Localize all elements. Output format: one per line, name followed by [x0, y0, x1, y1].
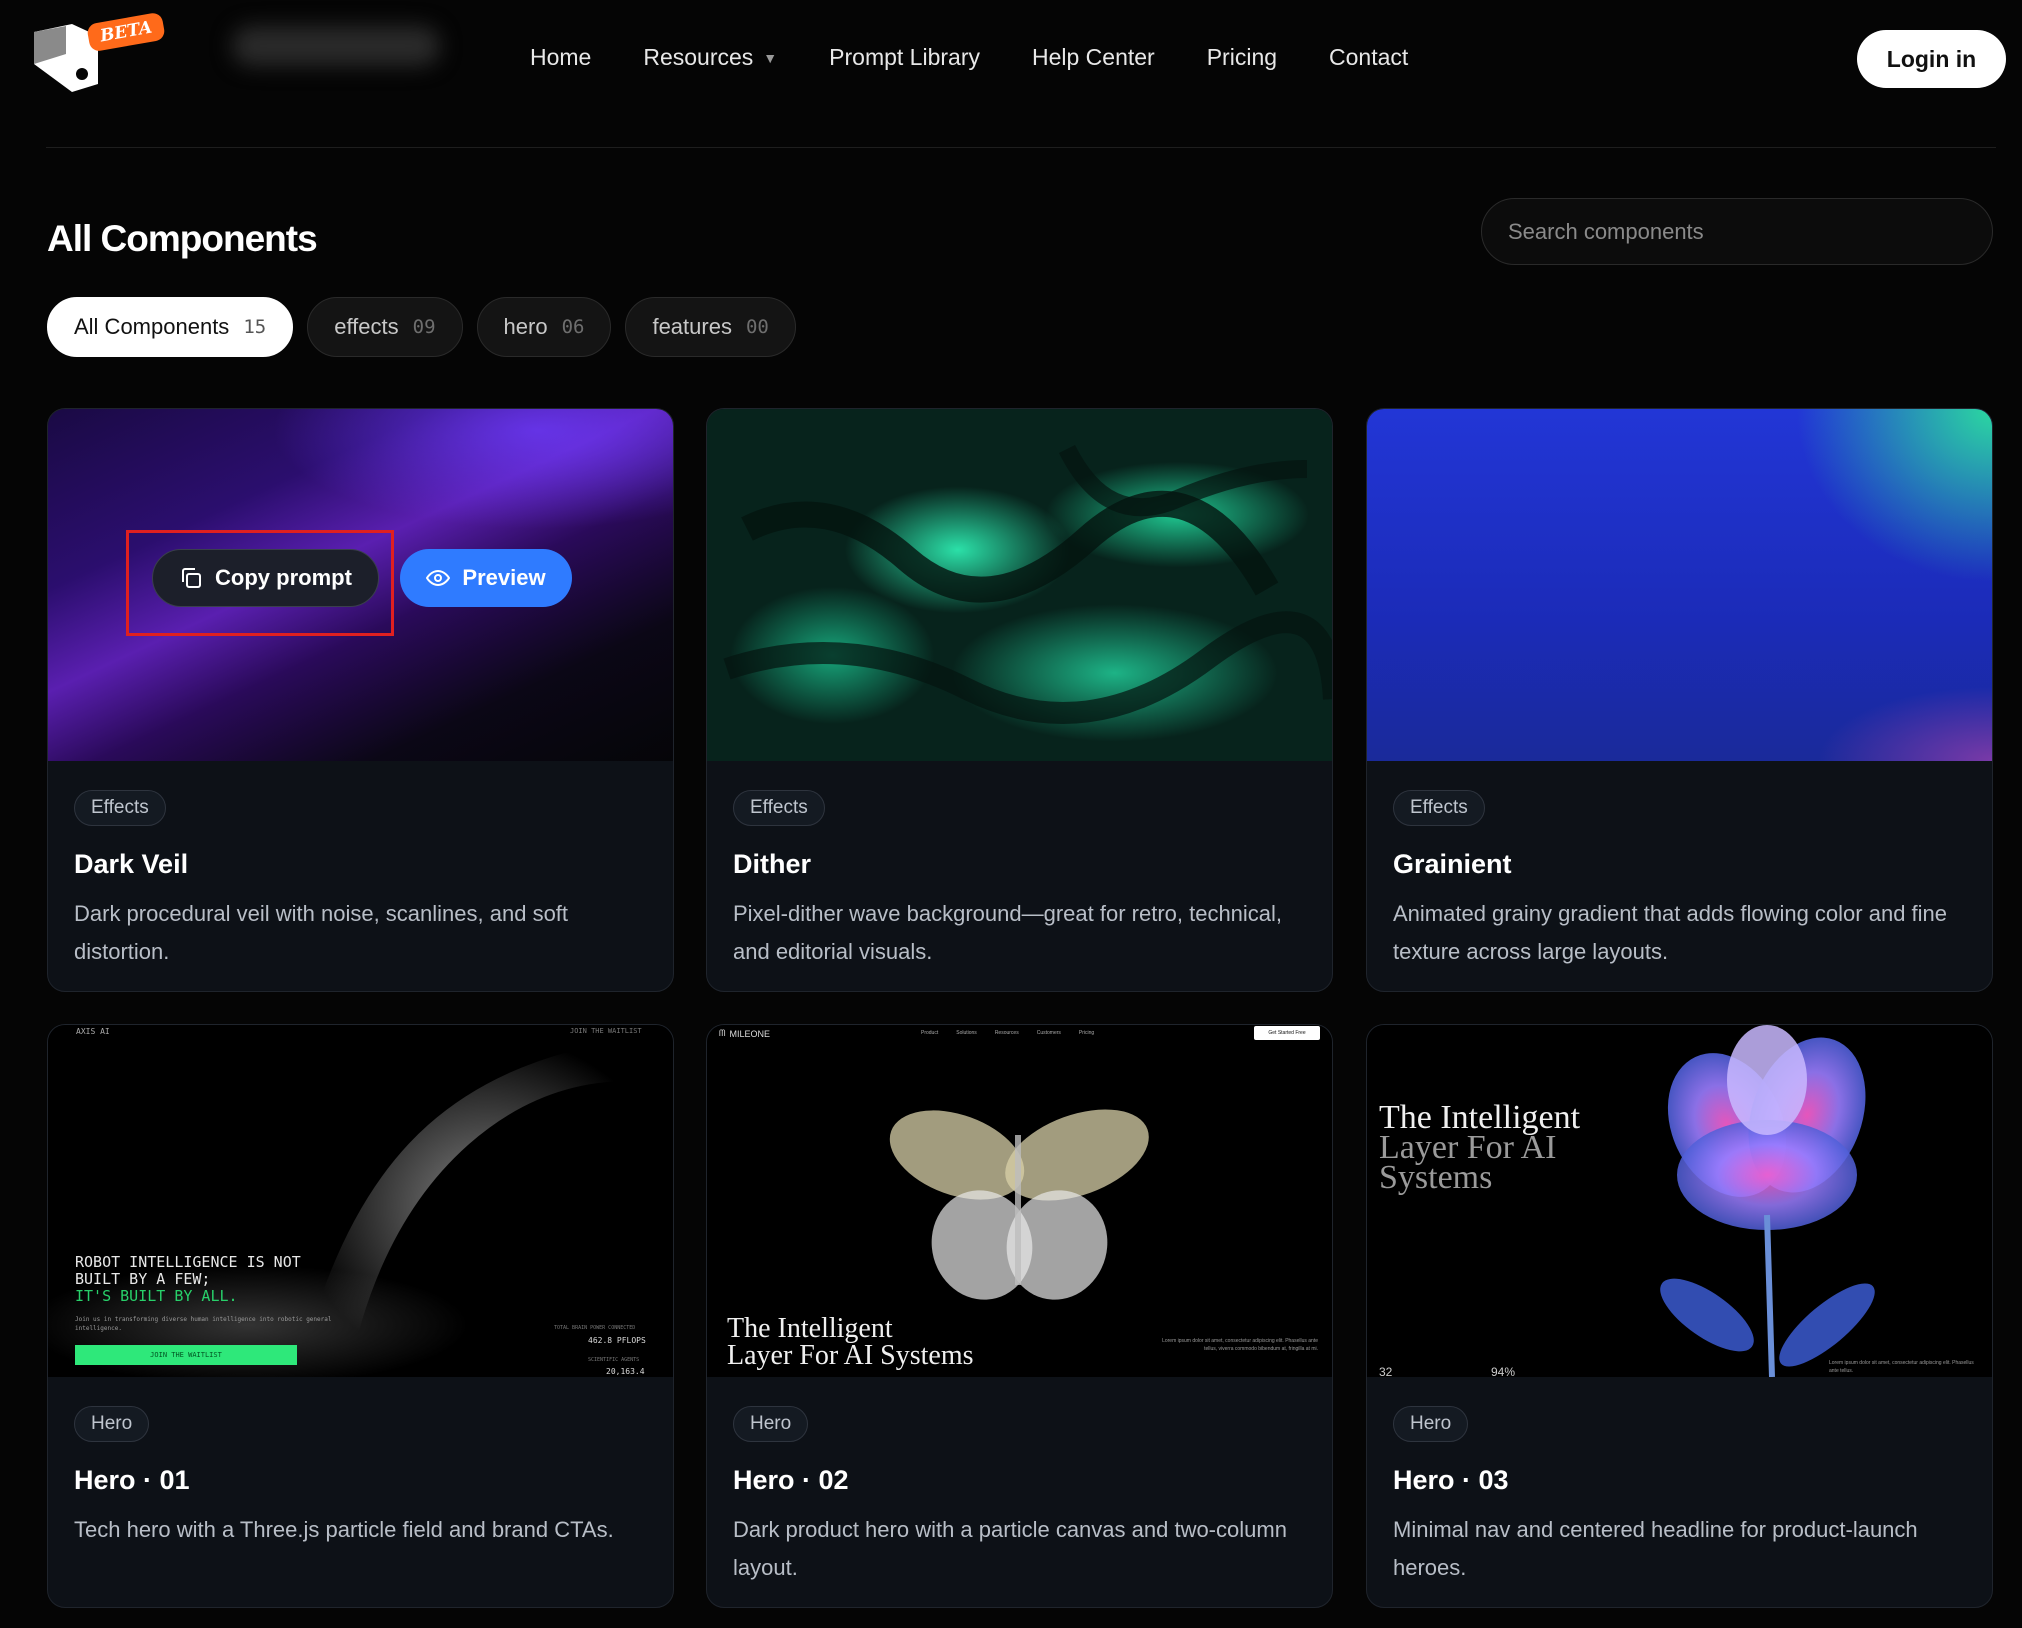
search-input[interactable]	[1481, 198, 1993, 265]
card-tag: Effects	[733, 790, 825, 826]
flower-image	[1660, 1025, 1875, 1377]
card-title: Dither	[733, 849, 812, 879]
hero1-stat2-label: SCIENTIFIC AGENTS	[588, 1357, 640, 1363]
filter-count: 06	[561, 316, 585, 338]
filter-features[interactable]: features 00	[625, 297, 796, 357]
card-thumbnail[interactable]	[1367, 409, 1992, 761]
hero1-stat1-label: TOTAL BRAIN POWER CONNECTED	[554, 1325, 636, 1331]
card-tag: Hero	[74, 1406, 150, 1442]
hero2-body: Lorem ipsum dolor sit amet, consectetur …	[1162, 1338, 1318, 1352]
hero3-stat-1: 32	[1379, 1365, 1393, 1377]
filter-label: hero	[503, 314, 548, 339]
card-description: Tech hero with a Three.js particle field…	[74, 1517, 614, 1542]
filter-count: 15	[243, 316, 267, 338]
nav-home[interactable]: Home	[530, 44, 591, 71]
copy-prompt-label: Copy prompt	[215, 565, 352, 590]
beta-badge: BETA	[86, 11, 167, 53]
nav-pricing[interactable]: Pricing	[1207, 44, 1277, 71]
nav-help-center[interactable]: Help Center	[1032, 44, 1155, 71]
card-description: Minimal nav and centered headline for pr…	[1393, 1517, 1918, 1580]
card-tag: Hero	[733, 1406, 809, 1442]
filter-count: 00	[745, 316, 769, 338]
nav-resources[interactable]: Resources ▼	[643, 44, 777, 71]
nav-resources-label: Resources	[643, 44, 754, 70]
page-title: All Components	[47, 218, 318, 259]
filter-label: All Components	[74, 314, 230, 339]
filter-label: features	[652, 314, 732, 339]
preview-label: Preview	[462, 565, 546, 590]
hero1-subtext: Join us in transforming diverse human in…	[75, 1316, 332, 1332]
card-title: Grainient	[1393, 849, 1512, 879]
hero1-line2: BUILT BY A FEW;	[75, 1270, 211, 1288]
card-tag: Effects	[1393, 790, 1485, 826]
filter-effects[interactable]: effects 09	[307, 297, 463, 357]
card-tag: Hero	[1393, 1406, 1469, 1442]
card-thumbnail[interactable]: The Intelligent Layer For AI Systems 32 …	[1367, 1025, 1992, 1377]
component-card-hero-02[interactable]: ᗰ MILEONE Product Solutions Resources Cu…	[706, 1024, 1333, 1608]
hero1-cta-button[interactable]: JOIN THE WAITLIST	[75, 1345, 297, 1365]
hero1-brand: AXIS AI	[76, 1027, 110, 1036]
login-button[interactable]: Login in	[1857, 30, 2006, 88]
copy-prompt-button[interactable]: Copy prompt	[152, 549, 379, 607]
hero1-waitlist-top: JOIN THE WAITLIST	[570, 1027, 642, 1035]
card-description: Animated grainy gradient that adds flowi…	[1393, 901, 1948, 964]
card-title: Hero · 03	[1393, 1465, 1509, 1495]
header-divider	[46, 147, 1996, 148]
eye-icon	[426, 569, 451, 587]
blurred-brand-name	[232, 26, 440, 66]
component-card-hero-01[interactable]: AXIS AI JOIN THE WAITLIST ROBOT INTELLIG…	[47, 1024, 674, 1608]
hero3-stat-2: 94%	[1491, 1365, 1516, 1377]
nav-contact[interactable]: Contact	[1329, 44, 1408, 71]
card-thumbnail[interactable]	[707, 409, 1332, 761]
card-description: Pixel-dither wave background—great for r…	[733, 901, 1283, 964]
copy-icon	[182, 568, 202, 588]
filter-label: effects	[334, 314, 399, 339]
nav-links: Home Resources ▼ Prompt Library Help Cen…	[530, 44, 1460, 71]
component-card-dither[interactable]: Effects Dither Pixel-dither wave backgro…	[706, 408, 1333, 992]
hero1-stat1: 462.8 PFLOPS	[588, 1336, 646, 1345]
dither-texture	[723, 444, 1332, 724]
component-card-grainient[interactable]: Effects Grainient Animated grainy gradie…	[1366, 408, 1993, 992]
card-title: Hero · 02	[733, 1465, 849, 1495]
component-card-hero-03[interactable]: The Intelligent Layer For AI Systems 32 …	[1366, 1024, 1993, 1608]
card-thumbnail[interactable]: AXIS AI JOIN THE WAITLIST ROBOT INTELLIG…	[48, 1025, 673, 1377]
card-title: Dark Veil	[74, 849, 189, 879]
top-nav: BETA Home Resources ▼ Prompt Library Hel…	[0, 0, 2022, 124]
hero3-body: Lorem ipsum dolor sit amet, consectetur …	[1829, 1360, 1974, 1374]
card-title: Hero · 01	[74, 1465, 190, 1495]
filter-chips: All Components 15 effects 09 hero 06 fea…	[47, 297, 810, 357]
hero2-headline-2: Layer For AI Systems	[727, 1340, 974, 1371]
component-card-dark-veil[interactable]: Copy prompt Preview Effects Dark Veil Da…	[47, 408, 674, 992]
hero1-line3: IT'S BUILT BY ALL.	[75, 1287, 238, 1305]
card-thumbnail[interactable]: ᗰ MILEONE Product Solutions Resources Cu…	[707, 1025, 1332, 1377]
filter-count: 09	[412, 316, 436, 338]
card-tag: Effects	[74, 790, 166, 826]
nav-prompt-library[interactable]: Prompt Library	[829, 44, 980, 71]
chevron-down-icon: ▼	[763, 49, 778, 66]
card-description: Dark product hero with a particle canvas…	[733, 1517, 1287, 1580]
card-description: Dark procedural veil with noise, scanlin…	[74, 901, 569, 964]
preview-button[interactable]: Preview	[400, 549, 572, 607]
hero1-line1: ROBOT INTELLIGENCE IS NOT	[75, 1253, 301, 1271]
filter-hero[interactable]: hero 06	[476, 297, 612, 357]
filter-all-components[interactable]: All Components 15	[47, 297, 294, 357]
card-thumbnail[interactable]: Copy prompt Preview	[48, 409, 673, 761]
hero1-stat2: 20,163.4	[606, 1367, 645, 1376]
